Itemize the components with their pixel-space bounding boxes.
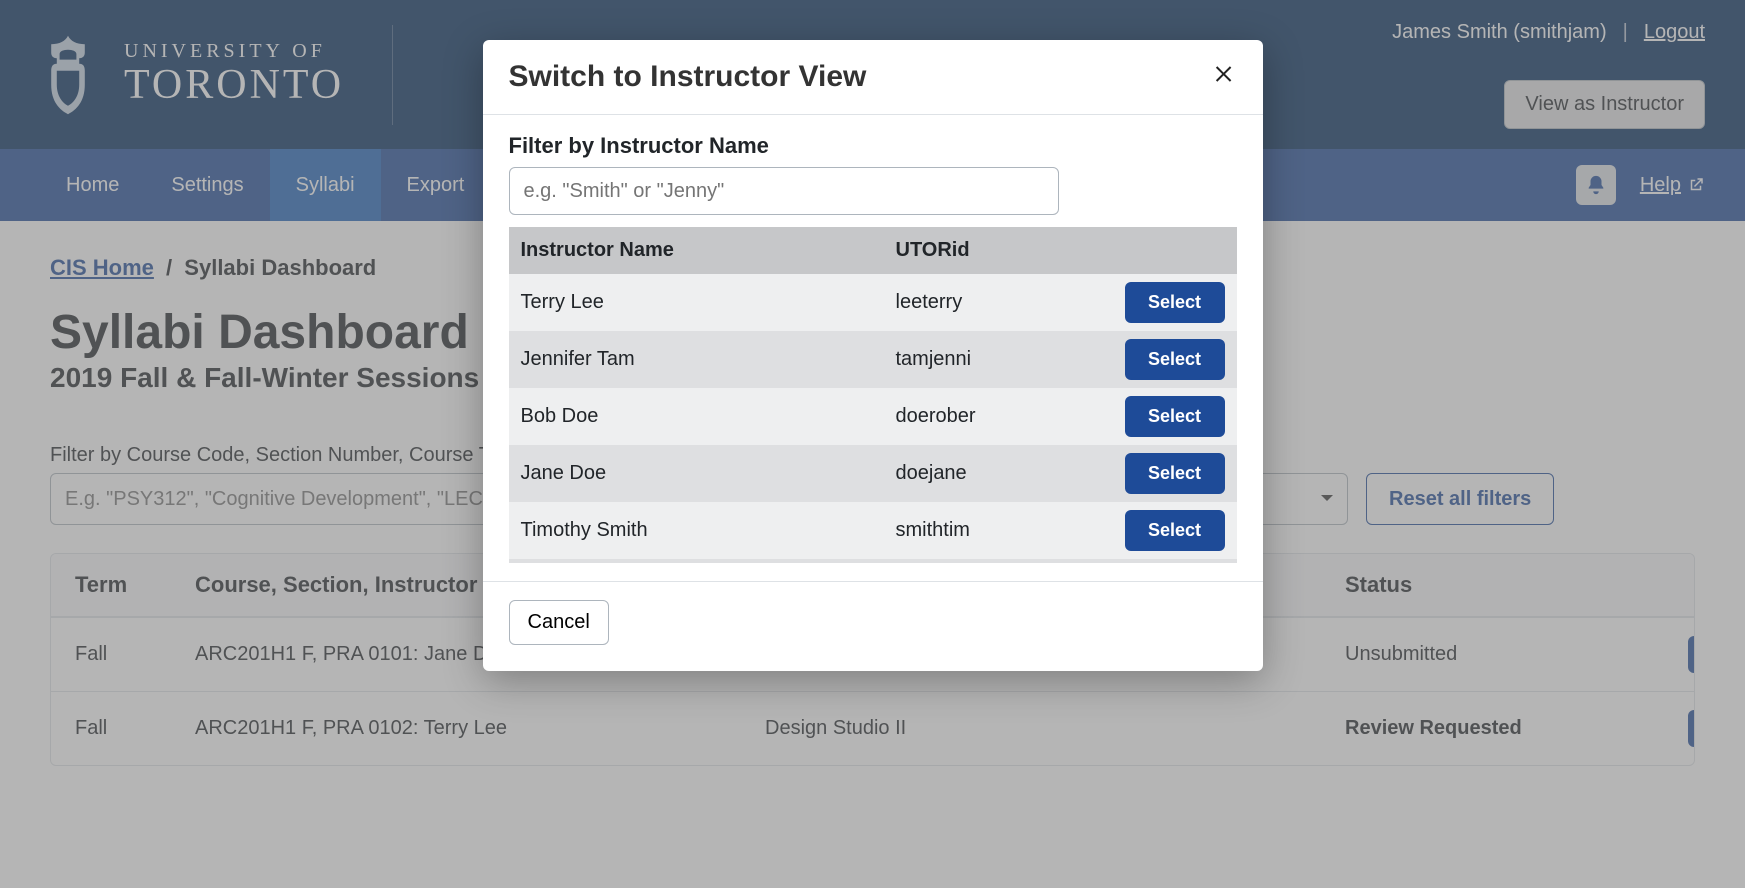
th-utorid: UTORid xyxy=(896,239,1125,262)
cell-instructor-name: Timothy Smith xyxy=(521,519,896,542)
instructor-row: Terry LeeleeterrySelect xyxy=(509,274,1237,331)
cell-instructor-name: Bob Doe xyxy=(521,405,896,428)
select-instructor-button[interactable]: Select xyxy=(1125,282,1225,323)
close-modal-button[interactable] xyxy=(1213,60,1237,94)
switch-instructor-modal: Switch to Instructor View Filter by Inst… xyxy=(483,40,1263,671)
modal-filter-input[interactable] xyxy=(509,167,1059,215)
cancel-button[interactable]: Cancel xyxy=(509,600,609,645)
instructor-row: Lauren SmithsmithlauSelect xyxy=(509,559,1237,563)
instructor-row: Jennifer TamtamjenniSelect xyxy=(509,331,1237,388)
select-instructor-button[interactable]: Select xyxy=(1125,453,1225,494)
instructor-list[interactable]: Instructor Name UTORid Terry Leeleeterry… xyxy=(509,227,1237,563)
th-instructor-name: Instructor Name xyxy=(521,239,896,262)
cell-instructor-name: Jennifer Tam xyxy=(521,348,896,371)
cell-utorid: tamjenni xyxy=(896,348,1125,371)
instructor-row: Timothy SmithsmithtimSelect xyxy=(509,502,1237,559)
instructor-row: Jane DoedoejaneSelect xyxy=(509,445,1237,502)
cell-instructor-name: Terry Lee xyxy=(521,291,896,314)
select-instructor-button[interactable]: Select xyxy=(1125,396,1225,437)
cell-instructor-name: Jane Doe xyxy=(521,462,896,485)
cell-utorid: doejane xyxy=(896,462,1125,485)
select-instructor-button[interactable]: Select xyxy=(1125,339,1225,380)
cell-utorid: smithtim xyxy=(896,519,1125,542)
instructor-list-header: Instructor Name UTORid xyxy=(509,227,1237,274)
cell-utorid: doerober xyxy=(896,405,1125,428)
instructor-row: Bob DoedoeroberSelect xyxy=(509,388,1237,445)
cell-utorid: leeterry xyxy=(896,291,1125,314)
select-instructor-button[interactable]: Select xyxy=(1125,510,1225,551)
modal-filter-label: Filter by Instructor Name xyxy=(509,133,1237,159)
modal-title: Switch to Instructor View xyxy=(509,60,867,94)
close-icon xyxy=(1213,62,1237,86)
